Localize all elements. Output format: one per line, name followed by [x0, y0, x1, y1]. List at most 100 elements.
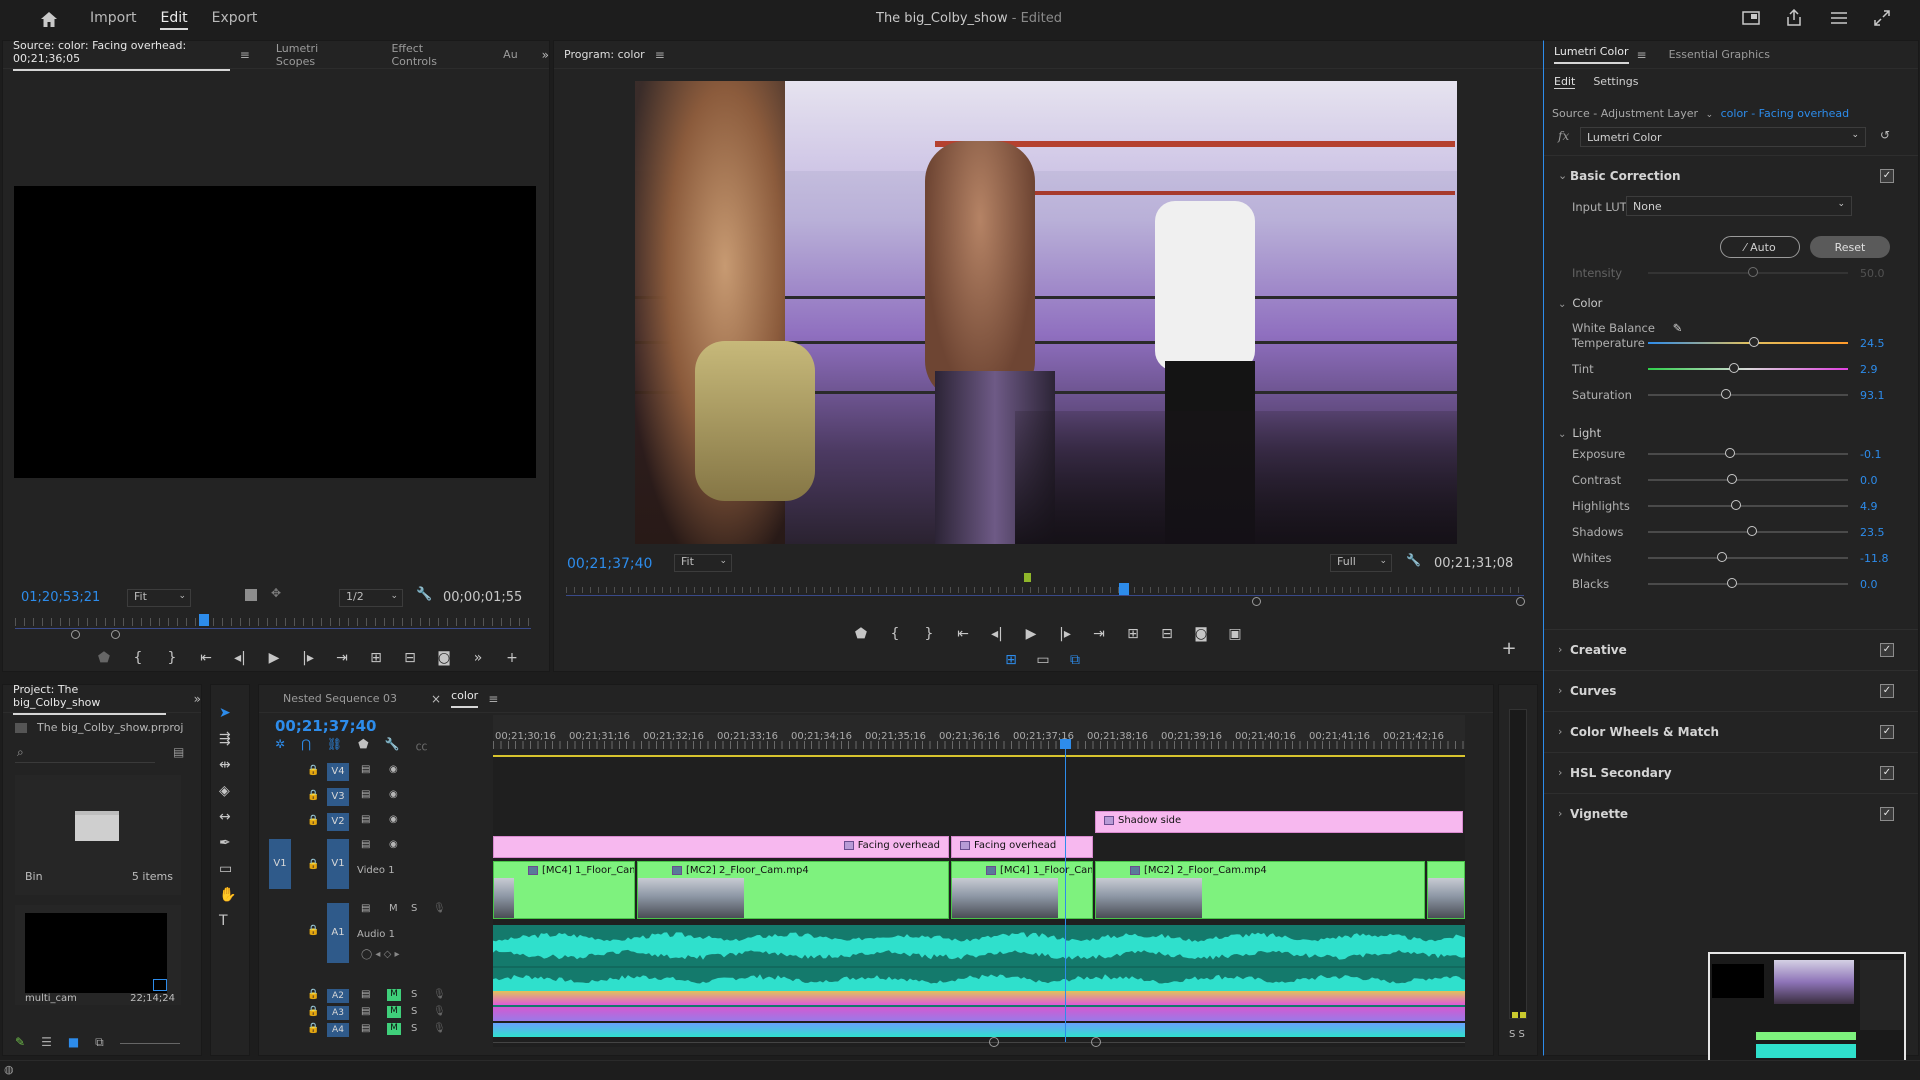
lift-icon[interactable]: ⊞ [1122, 623, 1144, 645]
export-frame-icon[interactable]: ◙ [433, 647, 455, 669]
button-editor-icon[interactable]: + [1498, 637, 1520, 659]
go-to-out-icon[interactable]: ⇥ [1088, 623, 1110, 645]
lock-icon[interactable]: 🔒 [307, 790, 319, 801]
audio-clip-a2[interactable] [493, 991, 1465, 1005]
mic-icon[interactable]: 🎙 [433, 903, 446, 914]
slider-knob[interactable] [1731, 500, 1741, 510]
source-fit-select[interactable]: Fit ⌄ [127, 589, 191, 607]
step-forward-icon[interactable]: |▸ [1054, 623, 1076, 645]
section-hsl-secondary[interactable]: › HSL Secondary ✓ [1544, 752, 1918, 792]
tab-effect-controls[interactable]: Effect Controls [391, 42, 463, 68]
go-to-in-icon[interactable]: ⇤ [195, 647, 217, 669]
clip-v1-tail[interactable] [1427, 861, 1465, 919]
input-lut-select[interactable]: None ⌄ [1626, 196, 1852, 216]
vignette-checkbox[interactable]: ✓ [1880, 806, 1894, 821]
program-zoom-left[interactable] [1252, 597, 1261, 606]
go-to-out-icon[interactable]: ⇥ [331, 647, 353, 669]
eye-icon[interactable]: ◉ [389, 764, 398, 775]
list-view-icon[interactable]: ☰ [41, 1035, 52, 1050]
toggle-sync-icon[interactable]: ▤ [361, 764, 370, 775]
eye-icon[interactable]: ◉ [389, 839, 398, 850]
section-vignette[interactable]: › Vignette ✓ [1544, 793, 1918, 833]
mark-out-icon[interactable]: } [918, 623, 940, 645]
step-back-icon[interactable]: ◂| [229, 647, 251, 669]
source-scrub-bar[interactable] [15, 610, 531, 639]
toggle-proxies-icon[interactable]: ⧉ [1064, 649, 1086, 671]
play-icon[interactable]: ▶ [263, 647, 285, 669]
source-playhead[interactable] [199, 614, 209, 626]
slider-value[interactable]: 2.9 [1860, 363, 1878, 376]
color-subsection[interactable]: ⌄ Color [1558, 296, 1602, 310]
toggle-sync-icon[interactable]: ▤ [361, 903, 370, 914]
clip-facing-overhead-1[interactable]: Facing overhead [493, 836, 949, 858]
slider-value[interactable]: 0.0 [1860, 578, 1878, 591]
solo-labels[interactable]: S S [1509, 1029, 1525, 1040]
tab-essential-graphics[interactable]: Essential Graphics [1669, 48, 1770, 61]
clip-facing-overhead-2[interactable]: Facing overhead [951, 836, 1093, 858]
lock-icon[interactable]: 🔒 [307, 815, 319, 826]
menu-export[interactable]: Export [212, 10, 258, 30]
slider-track[interactable] [1648, 363, 1848, 373]
overwrite-icon[interactable]: ⊟ [399, 647, 421, 669]
selection-tool-icon[interactable]: ➤ [219, 705, 236, 721]
mic-icon[interactable]: 🎙 [433, 989, 446, 1000]
timeline-playhead[interactable] [1065, 743, 1066, 1043]
slider-track[interactable] [1648, 552, 1848, 562]
program-timecode[interactable]: 00;21;37;40 [567, 556, 652, 572]
clip-mc4-floor-cam-2[interactable]: [MC4] 1_Floor_Cam. [951, 861, 1093, 919]
program-scrub-bar[interactable] [566, 573, 1525, 606]
clip-mc4-floor-cam-1[interactable]: [MC4] 1_Floor_Cam.mp4 [493, 861, 635, 919]
toggle-sync-icon[interactable]: ▤ [361, 789, 370, 800]
mic-icon[interactable]: 🎙 [433, 1006, 446, 1017]
safe-margins-icon[interactable] [245, 589, 257, 601]
zoom-handle-right[interactable] [111, 630, 120, 639]
slider-value[interactable]: 4.9 [1860, 500, 1878, 513]
toggle-sync-icon[interactable]: ▤ [361, 989, 370, 1000]
home-icon[interactable] [40, 10, 58, 28]
mic-icon[interactable]: 🎙 [433, 1023, 446, 1034]
ripple-edit-tool-icon[interactable]: ⇹ [219, 757, 236, 773]
creative-checkbox[interactable]: ✓ [1880, 642, 1894, 657]
add-marker-icon[interactable]: ⬟ [93, 647, 115, 669]
hsl-secondary-checkbox[interactable]: ✓ [1880, 765, 1894, 780]
step-forward-icon[interactable]: |▸ [297, 647, 319, 669]
section-basic-correction[interactable]: ⌄ Basic Correction ✓ [1544, 155, 1918, 195]
program-fit-select[interactable]: Fit ⌄ [674, 554, 732, 572]
hand-tool-icon[interactable]: ✋ [219, 887, 236, 903]
settings-wrench-icon[interactable]: 🔧 [416, 587, 432, 602]
nest-toggle-icon[interactable]: ✲ [275, 737, 285, 754]
subtab-edit[interactable]: Edit [1554, 75, 1576, 89]
workspaces-icon[interactable] [1830, 11, 1848, 25]
slider-knob[interactable] [1725, 448, 1735, 458]
program-playhead[interactable] [1119, 583, 1129, 595]
eye-icon[interactable]: ◉ [389, 789, 398, 800]
slider-track[interactable] [1648, 337, 1848, 347]
add-marker-icon[interactable]: ⬟ [358, 737, 368, 754]
toggle-sync-icon[interactable]: ▤ [361, 839, 370, 850]
slider-knob[interactable] [1747, 526, 1757, 536]
add-button-icon[interactable]: + [501, 647, 523, 669]
lock-icon[interactable]: 🔒 [307, 989, 319, 1000]
marker-icon[interactable] [1024, 573, 1031, 582]
vr-video-icon[interactable]: ▭ [1032, 649, 1054, 671]
source-selector[interactable]: Source - Adjustment Layer ⌄ color - Faci… [1552, 107, 1849, 120]
section-creative[interactable]: › Creative ✓ [1544, 629, 1918, 669]
comparison-view-icon[interactable]: ▣ [1224, 623, 1246, 645]
source-patch-v1[interactable]: V1 [269, 839, 291, 889]
audio-clip-a3[interactable] [493, 1007, 1465, 1021]
timeline-settings-icon[interactable]: 🔧 [385, 737, 400, 754]
slider-value[interactable]: 93.1 [1860, 389, 1885, 402]
slider-value[interactable]: -11.8 [1860, 552, 1888, 565]
track-area[interactable]: Shadow side Facing overhead Facing overh… [493, 739, 1465, 1047]
quick-export-icon[interactable] [1742, 10, 1760, 26]
extract-icon[interactable]: ⊟ [1156, 623, 1178, 645]
slider-knob[interactable] [1749, 337, 1759, 347]
solo-a3[interactable]: S [411, 1006, 417, 1017]
lock-icon[interactable]: 🔒 [307, 765, 319, 776]
timeline-menu-icon[interactable]: ≡ [488, 692, 498, 706]
pencil-icon[interactable]: ✎ [15, 1035, 25, 1050]
lock-icon[interactable]: 🔒 [307, 1006, 319, 1017]
menu-import[interactable]: Import [90, 10, 136, 30]
tab-project[interactable]: Project: The big_Colby_show [13, 683, 166, 715]
lock-icon[interactable]: 🔒 [307, 859, 319, 870]
